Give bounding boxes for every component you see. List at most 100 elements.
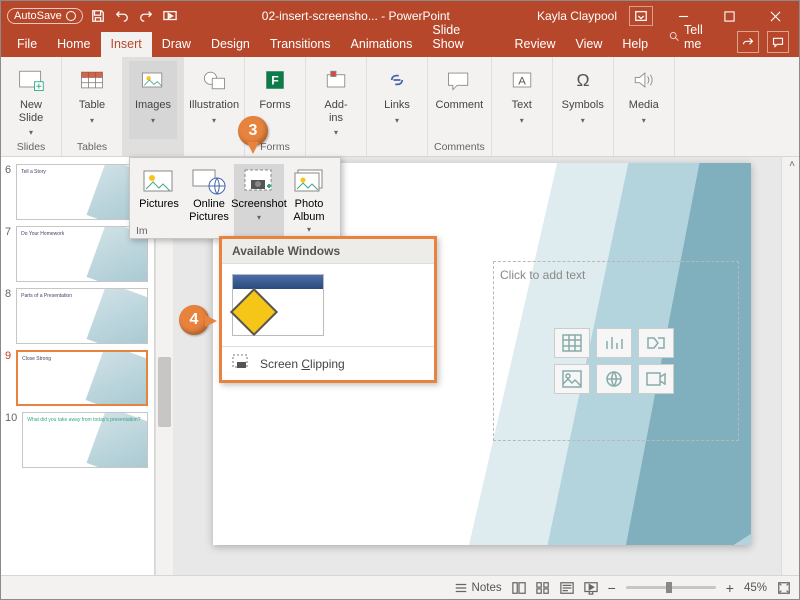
new-slide-icon: [15, 65, 47, 95]
images-label: Images: [135, 99, 171, 112]
zoom-in-button[interactable]: +: [726, 580, 734, 596]
app-window: AutoSave 02-insert-screensho... - PowerP…: [0, 0, 800, 600]
tab-draw[interactable]: Draw: [152, 32, 201, 57]
zoom-out-button[interactable]: −: [608, 580, 616, 596]
tab-help[interactable]: Help: [612, 32, 658, 57]
view-normal-icon[interactable]: [512, 581, 526, 595]
symbols-label: Symbols: [562, 99, 604, 112]
slide-thumb-10[interactable]: 10What did you take away from today's pr…: [1, 409, 154, 471]
svg-text:A: A: [518, 75, 526, 87]
group-slides: New Slide Slides: [1, 57, 62, 156]
images-dropdown-panel: Pictures Online Pictures Screenshot Phot…: [129, 157, 341, 239]
omega-icon: Ω: [567, 65, 599, 95]
svg-text:Ω: Ω: [576, 70, 589, 90]
illustrations-label: Illustration: [189, 99, 239, 112]
undo-icon[interactable]: [113, 7, 131, 25]
callout-4: 4: [179, 305, 213, 349]
links-button[interactable]: Links: [373, 61, 421, 139]
placeholder-prompt: Click to add text: [500, 268, 585, 282]
new-slide-button[interactable]: New Slide: [7, 61, 55, 139]
user-name[interactable]: Kayla Claypool: [527, 9, 627, 23]
links-label: Links: [384, 99, 410, 112]
pictures-label: Pictures: [139, 198, 179, 211]
screen-clipping-icon: [232, 354, 250, 373]
addins-button[interactable]: Add- ins: [312, 61, 360, 139]
insert-online-picture-icon[interactable]: [596, 364, 632, 394]
autosave-toggle[interactable]: AutoSave: [7, 8, 83, 24]
screen-clipping-label: Screen Clipping: [260, 357, 345, 371]
share-icon[interactable]: [737, 31, 759, 53]
table-button[interactable]: Table: [68, 61, 116, 139]
editor-scrollbar[interactable]: [781, 157, 799, 575]
group-illustrations: Illustration: [184, 57, 245, 156]
slideshow-start-icon[interactable]: [161, 7, 179, 25]
zoom-value[interactable]: 45%: [744, 582, 767, 594]
notes-label: Notes: [472, 582, 502, 594]
screen-clipping-option[interactable]: Screen Clipping: [222, 346, 434, 380]
ribbon-display-icon[interactable]: [629, 6, 653, 26]
group-text: A Text: [492, 57, 553, 156]
link-icon: [381, 65, 413, 95]
group-label-slides: Slides: [17, 139, 46, 154]
collapse-ribbon-icon[interactable]: ˄: [789, 159, 795, 170]
notes-toggle[interactable]: Notes: [454, 581, 502, 595]
screenshot-icon: [241, 166, 277, 196]
illustrations-button[interactable]: Illustration: [190, 61, 238, 139]
group-symbols: Ω Symbols: [553, 57, 614, 156]
tab-slideshow[interactable]: Slide Show: [422, 18, 504, 57]
tell-me-search[interactable]: Tell me: [658, 18, 733, 57]
window-close-button[interactable]: [753, 1, 797, 31]
text-label: Text: [512, 99, 532, 112]
svg-text:F: F: [271, 73, 279, 87]
comments-pane-icon[interactable]: [767, 31, 789, 53]
comment-label: Comment: [436, 99, 484, 112]
screenshot-submenu: Available Windows Screen Clipping: [219, 236, 437, 383]
images-button[interactable]: Images: [129, 61, 177, 139]
screenshot-option[interactable]: Screenshot: [234, 164, 284, 236]
images-icon: [137, 65, 169, 95]
comment-button[interactable]: Comment: [435, 61, 483, 139]
symbols-button[interactable]: Ω Symbols: [559, 61, 607, 139]
text-button[interactable]: A Text: [498, 61, 546, 139]
group-label-comments: Comments: [434, 139, 485, 154]
zoom-slider[interactable]: [626, 586, 716, 589]
slide-thumb-8[interactable]: 8Parts of a Presentation: [1, 285, 154, 347]
toggle-knob-icon: [66, 11, 76, 21]
tab-transitions[interactable]: Transitions: [260, 32, 341, 57]
tab-animations[interactable]: Animations: [341, 32, 423, 57]
view-sorter-icon[interactable]: [536, 581, 550, 595]
view-slideshow-icon[interactable]: [584, 581, 598, 595]
content-placeholder[interactable]: Click to add text: [493, 261, 739, 441]
insert-smartart-icon[interactable]: [638, 328, 674, 358]
tab-review[interactable]: Review: [504, 32, 565, 57]
slide-thumb-9[interactable]: 9Close Strong: [1, 347, 154, 409]
online-pictures-option[interactable]: Online Pictures: [184, 164, 234, 236]
media-button[interactable]: Media: [620, 61, 668, 139]
insert-picture-icon[interactable]: [554, 364, 590, 394]
fit-to-window-icon[interactable]: [777, 581, 791, 595]
table-label: Table: [79, 99, 105, 112]
tab-file[interactable]: File: [7, 32, 47, 57]
insert-video-icon[interactable]: [638, 364, 674, 394]
tab-design[interactable]: Design: [201, 32, 260, 57]
ribbon: New Slide Slides Table Tables Images I: [1, 57, 799, 157]
available-window-thumb[interactable]: [232, 274, 324, 336]
tab-view[interactable]: View: [565, 32, 612, 57]
save-icon[interactable]: [89, 7, 107, 25]
view-reading-icon[interactable]: [560, 581, 574, 595]
group-images: Images Images: [123, 57, 184, 156]
table-icon: [76, 65, 108, 95]
addins-icon: [320, 65, 352, 95]
insert-chart-icon[interactable]: [596, 328, 632, 358]
redo-icon[interactable]: [137, 7, 155, 25]
group-label-tables: Tables: [77, 139, 107, 154]
group-addins: Add- ins: [306, 57, 367, 156]
pictures-icon: [141, 166, 177, 196]
photo-album-label: Photo Album: [293, 198, 324, 223]
images-group-label-partial: Im: [136, 225, 148, 237]
tab-home[interactable]: Home: [47, 32, 100, 57]
photo-album-icon: [291, 166, 327, 196]
tab-insert[interactable]: Insert: [101, 32, 152, 57]
photo-album-option[interactable]: Photo Album: [284, 164, 334, 236]
insert-table-icon[interactable]: [554, 328, 590, 358]
